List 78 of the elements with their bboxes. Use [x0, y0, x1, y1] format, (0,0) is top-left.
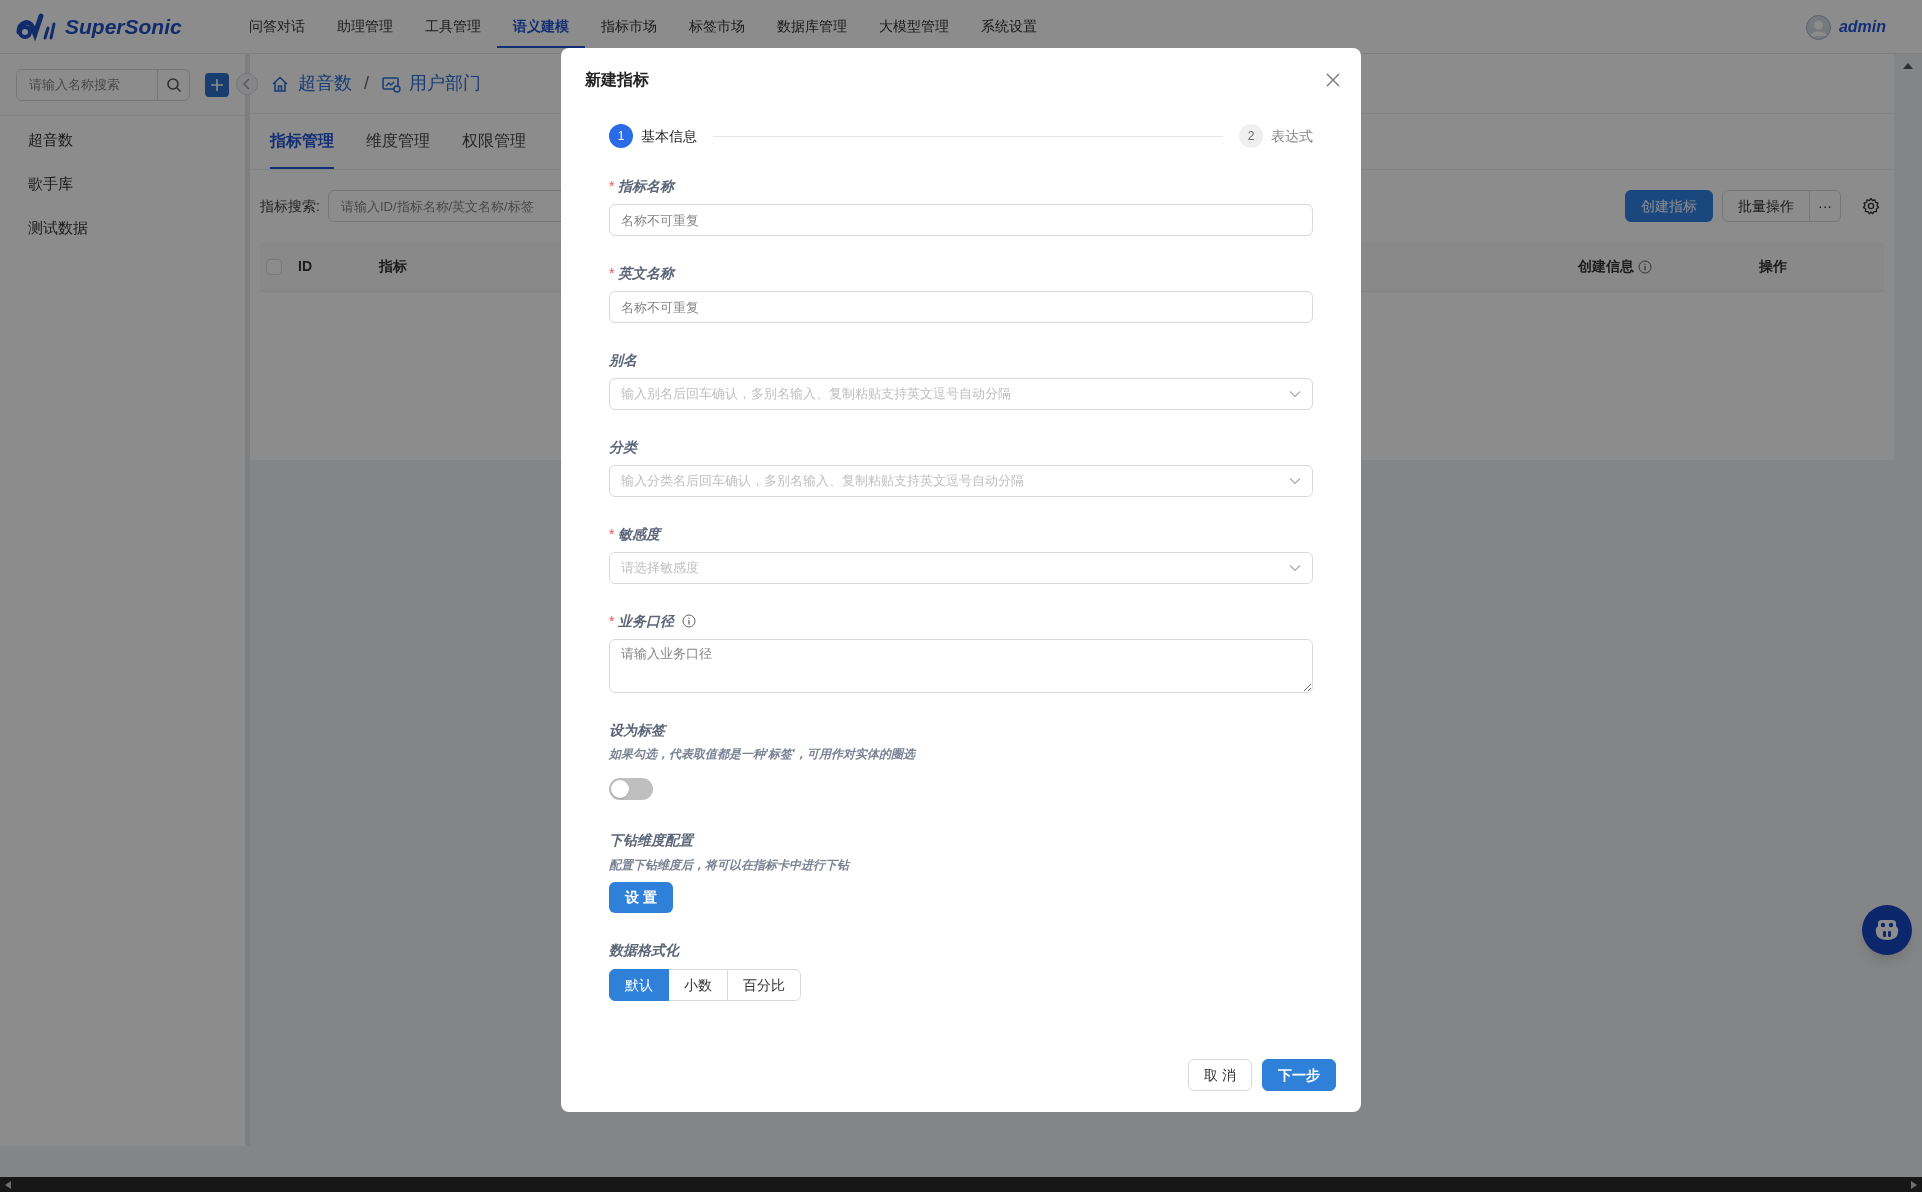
sidebar-item[interactable]: 测试数据: [0, 206, 245, 250]
placeholder-text: 输入分类名后回车确认，多别名输入、复制粘贴支持英文逗号自动分隔: [621, 472, 1024, 491]
column-header: ID: [298, 257, 312, 276]
nav-tab[interactable]: 工具管理: [409, 0, 497, 48]
assistant-button[interactable]: [1862, 905, 1912, 955]
info-icon[interactable]: [682, 614, 697, 628]
nav-tab[interactable]: 指标市场: [585, 0, 673, 48]
chevron-down-icon: [1289, 390, 1301, 398]
step-number: 2: [1239, 124, 1263, 148]
nav-tab[interactable]: 问答对话: [233, 0, 321, 48]
column-header: 创建信息: [1578, 257, 1634, 276]
step-number: 1: [609, 124, 633, 148]
field-label: 敏感度: [618, 524, 661, 544]
required-mark: *: [609, 263, 615, 283]
hint-text: 如果勾选，代表取值都是一种'标签'，可用作对实体的圈选: [609, 746, 917, 763]
required-mark: *: [609, 611, 615, 631]
column-header: 操作: [1759, 257, 1787, 276]
step-label: 表达式: [1271, 126, 1313, 146]
nav-tab[interactable]: 标签市场: [673, 0, 761, 48]
chevron-down-icon: [1289, 477, 1301, 485]
scroll-left-icon[interactable]: [4, 1179, 12, 1190]
batch-button[interactable]: 批量操作: [1723, 191, 1810, 221]
close-icon[interactable]: [1325, 72, 1341, 88]
sidebar-item[interactable]: 歌手库: [0, 162, 245, 206]
logo-icon[interactable]: [15, 12, 57, 42]
next-button[interactable]: 下一步: [1262, 1059, 1336, 1091]
tab[interactable]: 维度管理: [366, 123, 430, 169]
sidebar-item[interactable]: 超音数: [0, 118, 245, 162]
column-header: 指标: [379, 257, 407, 276]
create-button[interactable]: 创建指标: [1625, 190, 1713, 222]
text-field[interactable]: 名称不可重复: [609, 291, 1313, 323]
settings-icon[interactable]: [1862, 197, 1880, 215]
tab[interactable]: 权限管理: [462, 123, 526, 169]
toggle-switch[interactable]: [609, 778, 653, 800]
settings-button[interactable]: 设 置: [609, 882, 673, 913]
field-label: 别名: [609, 350, 637, 370]
field-label: 设为标签: [609, 720, 665, 740]
horizontal-scrollbar[interactable]: [0, 1177, 1922, 1192]
breadcrumb-link[interactable]: 用户部门: [409, 70, 481, 97]
chevron-down-icon: [1289, 564, 1301, 572]
nav-tab[interactable]: 大模型管理: [863, 0, 965, 48]
add-button[interactable]: [205, 72, 229, 97]
nav-tab[interactable]: 系统设置: [965, 0, 1053, 48]
robot-icon: [1874, 919, 1900, 941]
radio-button[interactable]: 默认: [609, 969, 669, 1001]
breadcrumb-separator: /: [364, 72, 369, 95]
field-label: 分类: [609, 437, 637, 457]
search-field[interactable]: 请输入名称搜索: [16, 68, 190, 101]
scroll-up-icon[interactable]: [1902, 62, 1914, 70]
more-button[interactable]: ···: [1810, 191, 1840, 221]
field-label: 指标名称: [618, 176, 675, 196]
step-label: 基本信息: [641, 126, 697, 146]
plus-icon: [210, 77, 224, 92]
text-field[interactable]: 名称不可重复: [609, 204, 1313, 236]
textarea-field[interactable]: 请输入业务口径: [609, 639, 1313, 693]
field-label: 业务口径: [618, 611, 675, 631]
field-label: 下钻维度配置: [609, 830, 693, 850]
field-label: 数据格式化: [609, 940, 679, 960]
logo-text[interactable]: SuperSonic: [65, 11, 182, 43]
required-mark: *: [609, 176, 615, 196]
placeholder-text: 输入别名后回车确认，多别名输入、复制粘贴支持英文逗号自动分隔: [621, 385, 1011, 404]
placeholder-text: 请选择敏感度: [621, 559, 699, 578]
modal-title: 新建指标: [585, 70, 649, 90]
nav-tab[interactable]: 数据库管理: [761, 0, 863, 48]
radio-button[interactable]: 小数: [668, 969, 728, 1001]
info-icon: [1638, 259, 1652, 274]
hint-text: 配置下钻维度后，将可以在指标卡中进行下钻: [609, 857, 852, 874]
radio-button[interactable]: 百分比: [727, 969, 801, 1001]
field-label: 英文名称: [618, 263, 675, 283]
cancel-button[interactable]: 取 消: [1188, 1059, 1252, 1091]
tab[interactable]: 指标管理: [270, 123, 334, 169]
search-label: 指标搜索:: [260, 196, 320, 216]
search-icon[interactable]: [165, 76, 182, 93]
required-mark: *: [609, 524, 615, 544]
nav-tab[interactable]: 助理管理: [321, 0, 409, 48]
user-name[interactable]: admin: [1838, 15, 1886, 39]
breadcrumb-link[interactable]: 超音数: [298, 70, 352, 97]
scroll-right-icon[interactable]: [1910, 1179, 1918, 1190]
